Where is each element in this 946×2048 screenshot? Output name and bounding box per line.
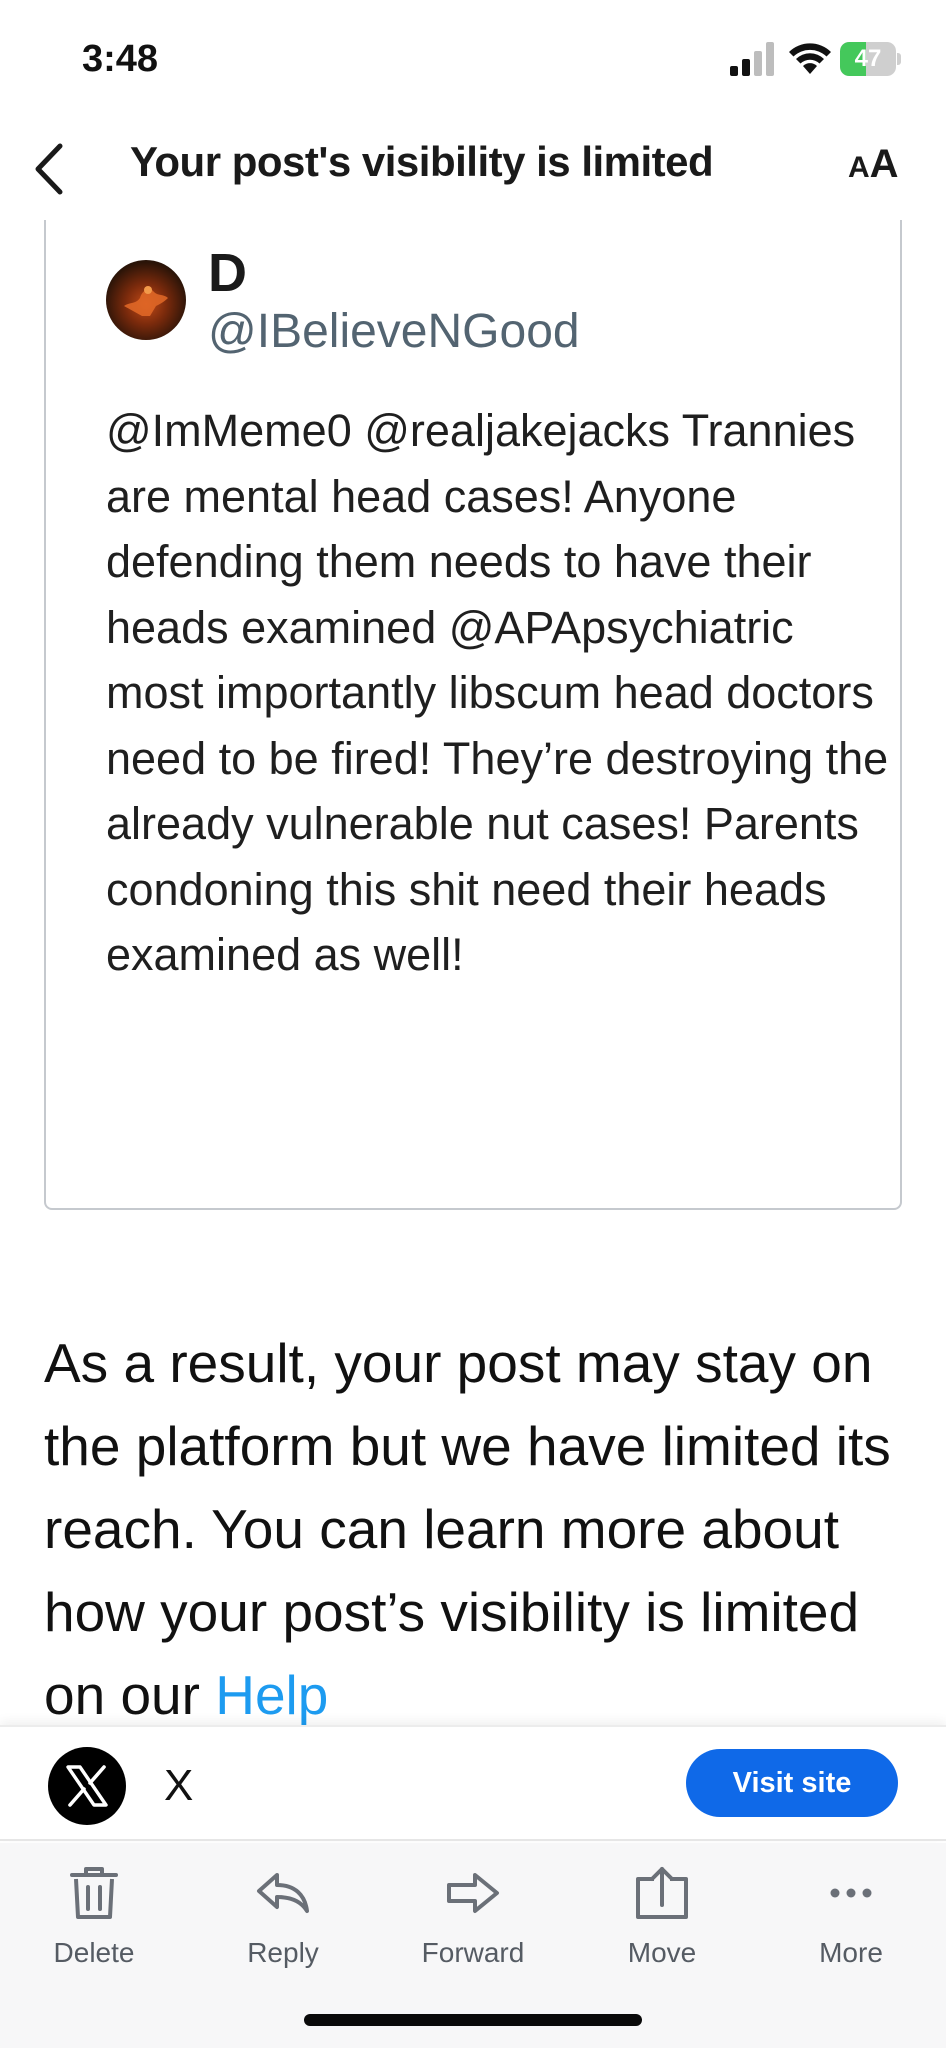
page-title: Your post's visibility is limited [130, 138, 714, 185]
reply-label: Reply [247, 1937, 319, 1968]
trash-icon [70, 1867, 118, 1919]
help-link[interactable]: Help [215, 1664, 328, 1725]
status-time: 3:48 [82, 38, 159, 80]
email-content[interactable]: D @IBelieveNGood @ImMeme0 @realjakejacks… [0, 220, 946, 1725]
post-author-handle: @IBelieveNGood [208, 305, 580, 358]
forward-label: Forward [421, 1937, 525, 1968]
reply-icon [257, 1873, 309, 1913]
cellular-signal-icon [730, 42, 774, 76]
move-label: Move [627, 1937, 697, 1968]
more-button[interactable]: More [771, 1863, 931, 1993]
battery-level: 47 [854, 45, 882, 72]
status-bar: 3:48 47 [0, 0, 946, 120]
move-button[interactable]: Move [582, 1863, 742, 1993]
more-label: More [819, 1937, 883, 1968]
wifi-icon [789, 43, 831, 74]
delete-button[interactable]: Delete [14, 1863, 174, 1993]
forward-icon [447, 1873, 499, 1913]
reply-button[interactable]: Reply [203, 1863, 363, 1993]
battery-icon: 47 [840, 42, 901, 76]
body-text: As a result, your post may stay on the p… [44, 1332, 891, 1725]
x-logo-icon [48, 1747, 126, 1825]
sender-name: X [164, 1761, 194, 1810]
home-indicator [304, 2014, 642, 2026]
nav-header: Your post's visibility is limited AA [0, 120, 946, 220]
back-chevron-icon[interactable] [26, 136, 76, 202]
move-icon [636, 1867, 688, 1919]
quoted-post-card: D @IBelieveNGood @ImMeme0 @realjakejacks… [44, 220, 902, 1210]
avatar [106, 260, 186, 340]
delete-label: Delete [53, 1937, 135, 1968]
forward-button[interactable]: Forward [393, 1863, 553, 1993]
body-paragraph: As a result, your post may stay on the p… [44, 1322, 904, 1725]
sender-banner: X Visit site [0, 1725, 946, 1841]
post-text: @ImMeme0 @realjakejacks Trannies are men… [106, 405, 889, 980]
more-icon [830, 1888, 872, 1898]
visit-site-button[interactable]: Visit site [686, 1749, 898, 1817]
post-author-name: D [208, 243, 247, 303]
text-size-icon[interactable]: AA [848, 142, 899, 187]
